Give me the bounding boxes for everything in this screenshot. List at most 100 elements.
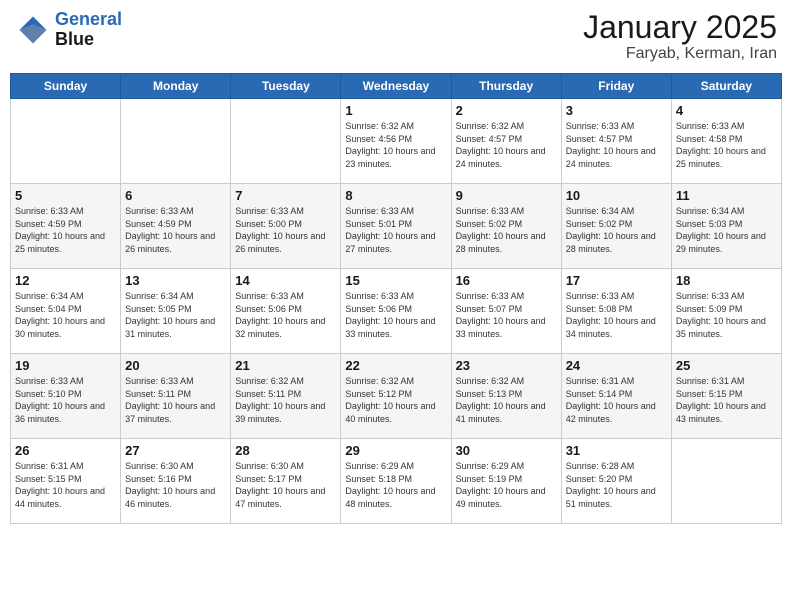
calendar-day-cell: 8Sunrise: 6:33 AMSunset: 5:01 PMDaylight… (341, 184, 451, 269)
day-info: Sunrise: 6:33 AMSunset: 5:11 PMDaylight:… (125, 375, 226, 425)
calendar-day-cell: 30 Sunrise: 6:29 AMSunset: 5:19 PMDayligh… (451, 439, 561, 524)
day-number: 24 (566, 358, 667, 373)
day-info: Sunrise: 6:33 AMSunset: 5:07 PMDaylight:… (456, 290, 557, 340)
calendar-day-cell: 1 Sunrise: 6:32 AMSunset: 4:56 PMDaylight… (341, 99, 451, 184)
calendar-day-cell (121, 99, 231, 184)
calendar-day-cell: 18 Sunrise: 6:33 AMSunset: 5:09 PMDayligh… (671, 269, 781, 354)
calendar-day-cell: 10 Sunrise: 6:34 AMSunset: 5:02 PMDayligh… (561, 184, 671, 269)
day-number: 28 (235, 443, 336, 458)
calendar-day-cell: 14Sunrise: 6:33 AMSunset: 5:06 PMDayligh… (231, 269, 341, 354)
calendar-day-cell: 5 Sunrise: 6:33 AMSunset: 4:59 PMDaylight… (11, 184, 121, 269)
day-info: Sunrise: 6:33 AMSunset: 4:58 PMDaylight:… (676, 120, 777, 170)
title-block: January 2025 Faryab, Kerman, Iran (583, 10, 777, 63)
day-number: 14 (235, 273, 336, 288)
day-number: 20 (125, 358, 226, 373)
day-info: Sunrise: 6:33 AMSunset: 5:02 PMDaylight:… (456, 205, 557, 255)
calendar-day-cell: 25Sunrise: 6:31 AMSunset: 5:15 PMDayligh… (671, 354, 781, 439)
calendar-title: January 2025 (583, 10, 777, 45)
calendar-day-cell (231, 99, 341, 184)
calendar-day-cell: 16 Sunrise: 6:33 AMSunset: 5:07 PMDayligh… (451, 269, 561, 354)
calendar-day-cell: 21 Sunrise: 6:32 AMSunset: 5:11 PMDayligh… (231, 354, 341, 439)
day-info: Sunrise: 6:33 AMSunset: 5:10 PMDaylight:… (15, 375, 116, 425)
day-info: Sunrise: 6:34 AMSunset: 5:03 PMDaylight:… (676, 205, 777, 255)
calendar-day-cell (671, 439, 781, 524)
calendar-day-cell: 31Sunrise: 6:28 AMSunset: 5:20 PMDayligh… (561, 439, 671, 524)
calendar-day-cell: 6 Sunrise: 6:33 AMSunset: 4:59 PMDaylight… (121, 184, 231, 269)
day-number: 10 (566, 188, 667, 203)
calendar-day-cell: 27 Sunrise: 6:30 AMSunset: 5:16 PMDayligh… (121, 439, 231, 524)
day-info: Sunrise: 6:34 AMSunset: 5:04 PMDaylight:… (15, 290, 116, 340)
day-number: 17 (566, 273, 667, 288)
calendar-week-row: 26Sunrise: 6:31 AMSunset: 5:15 PMDayligh… (11, 439, 782, 524)
day-info: Sunrise: 6:33 AMSunset: 5:08 PMDaylight:… (566, 290, 667, 340)
calendar-day-cell: 29Sunrise: 6:29 AMSunset: 5:18 PMDayligh… (341, 439, 451, 524)
day-info: Sunrise: 6:32 AMSunset: 4:56 PMDaylight:… (345, 120, 446, 170)
day-number: 4 (676, 103, 777, 118)
day-number: 1 (345, 103, 446, 118)
day-info: Sunrise: 6:31 AMSunset: 5:14 PMDaylight:… (566, 375, 667, 425)
day-number: 13 (125, 273, 226, 288)
calendar-day-cell: 24 Sunrise: 6:31 AMSunset: 5:14 PMDayligh… (561, 354, 671, 439)
calendar-day-cell: 12 Sunrise: 6:34 AMSunset: 5:04 PMDayligh… (11, 269, 121, 354)
day-number: 11 (676, 188, 777, 203)
weekday-header-cell: Sunday (11, 74, 121, 99)
calendar-day-cell (11, 99, 121, 184)
day-info: Sunrise: 6:29 AMSunset: 5:19 PMDaylight:… (456, 460, 557, 510)
day-number: 30 (456, 443, 557, 458)
day-info: Sunrise: 6:32 AMSunset: 4:57 PMDaylight:… (456, 120, 557, 170)
day-info: Sunrise: 6:34 AMSunset: 5:02 PMDaylight:… (566, 205, 667, 255)
calendar-week-row: 12 Sunrise: 6:34 AMSunset: 5:04 PMDayligh… (11, 269, 782, 354)
calendar-day-cell: 26Sunrise: 6:31 AMSunset: 5:15 PMDayligh… (11, 439, 121, 524)
day-number: 31 (566, 443, 667, 458)
calendar-day-cell: 3 Sunrise: 6:33 AMSunset: 4:57 PMDaylight… (561, 99, 671, 184)
calendar-table: SundayMondayTuesdayWednesdayThursdayFrid… (10, 73, 782, 524)
calendar-day-cell: 4 Sunrise: 6:33 AMSunset: 4:58 PMDaylight… (671, 99, 781, 184)
calendar-day-cell: 17 Sunrise: 6:33 AMSunset: 5:08 PMDayligh… (561, 269, 671, 354)
calendar-day-cell: 11 Sunrise: 6:34 AMSunset: 5:03 PMDayligh… (671, 184, 781, 269)
weekday-header-cell: Tuesday (231, 74, 341, 99)
day-number: 3 (566, 103, 667, 118)
day-info: Sunrise: 6:33 AMSunset: 5:09 PMDaylight:… (676, 290, 777, 340)
day-info: Sunrise: 6:32 AMSunset: 5:12 PMDaylight:… (345, 375, 446, 425)
day-info: Sunrise: 6:33 AMSunset: 5:01 PMDaylight:… (345, 205, 446, 255)
day-number: 6 (125, 188, 226, 203)
logo-line1: General (55, 9, 122, 29)
day-info: Sunrise: 6:33 AMSunset: 4:59 PMDaylight:… (15, 205, 116, 255)
calendar-subtitle: Faryab, Kerman, Iran (583, 45, 777, 63)
day-number: 15 (345, 273, 446, 288)
weekday-header-cell: Friday (561, 74, 671, 99)
calendar-day-cell: 23Sunrise: 6:32 AMSunset: 5:13 PMDayligh… (451, 354, 561, 439)
calendar-body: 1 Sunrise: 6:32 AMSunset: 4:56 PMDaylight… (11, 99, 782, 524)
day-info: Sunrise: 6:32 AMSunset: 5:11 PMDaylight:… (235, 375, 336, 425)
weekday-header-cell: Saturday (671, 74, 781, 99)
day-info: Sunrise: 6:33 AMSunset: 5:06 PMDaylight:… (345, 290, 446, 340)
day-info: Sunrise: 6:31 AMSunset: 5:15 PMDaylight:… (15, 460, 116, 510)
day-number: 18 (676, 273, 777, 288)
day-number: 19 (15, 358, 116, 373)
day-number: 5 (15, 188, 116, 203)
weekday-header-cell: Thursday (451, 74, 561, 99)
calendar-week-row: 1 Sunrise: 6:32 AMSunset: 4:56 PMDaylight… (11, 99, 782, 184)
day-number: 12 (15, 273, 116, 288)
day-info: Sunrise: 6:30 AMSunset: 5:16 PMDaylight:… (125, 460, 226, 510)
day-info: Sunrise: 6:33 AMSunset: 4:59 PMDaylight:… (125, 205, 226, 255)
calendar-day-cell: 15 Sunrise: 6:33 AMSunset: 5:06 PMDayligh… (341, 269, 451, 354)
calendar-day-cell: 28 Sunrise: 6:30 AMSunset: 5:17 PMDayligh… (231, 439, 341, 524)
calendar-day-cell: 2Sunrise: 6:32 AMSunset: 4:57 PMDaylight… (451, 99, 561, 184)
calendar-day-cell: 19 Sunrise: 6:33 AMSunset: 5:10 PMDayligh… (11, 354, 121, 439)
day-number: 25 (676, 358, 777, 373)
day-info: Sunrise: 6:33 AMSunset: 4:57 PMDaylight:… (566, 120, 667, 170)
day-info: Sunrise: 6:32 AMSunset: 5:13 PMDaylight:… (456, 375, 557, 425)
calendar-day-cell: 13Sunrise: 6:34 AMSunset: 5:05 PMDayligh… (121, 269, 231, 354)
calendar-day-cell: 7Sunrise: 6:33 AMSunset: 5:00 PMDaylight… (231, 184, 341, 269)
weekday-header-cell: Wednesday (341, 74, 451, 99)
day-info: Sunrise: 6:30 AMSunset: 5:17 PMDaylight:… (235, 460, 336, 510)
calendar-week-row: 5 Sunrise: 6:33 AMSunset: 4:59 PMDaylight… (11, 184, 782, 269)
day-number: 27 (125, 443, 226, 458)
day-number: 7 (235, 188, 336, 203)
day-info: Sunrise: 6:29 AMSunset: 5:18 PMDaylight:… (345, 460, 446, 510)
calendar-header: General Blue January 2025 Faryab, Kerman… (10, 10, 782, 63)
logo-text: General Blue (55, 10, 122, 50)
day-number: 21 (235, 358, 336, 373)
day-number: 16 (456, 273, 557, 288)
